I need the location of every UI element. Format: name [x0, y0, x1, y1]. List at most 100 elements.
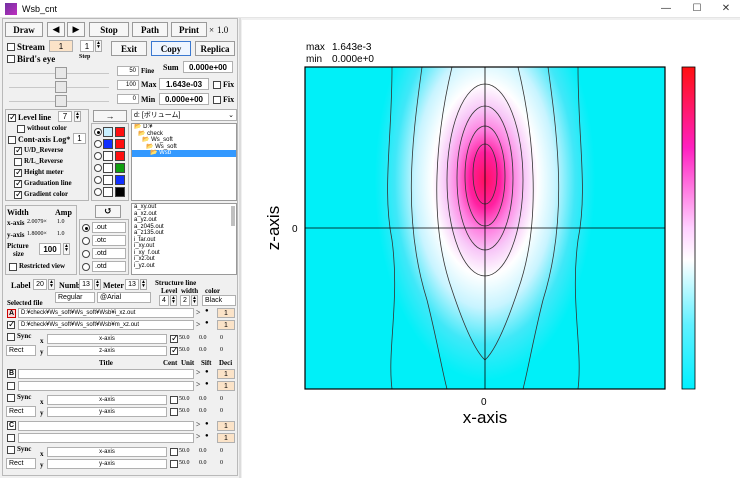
b2-num[interactable]: 1: [217, 381, 235, 391]
replica-button[interactable]: Replica: [195, 41, 235, 56]
maximize-button[interactable]: ☐: [683, 1, 711, 16]
sync-a-x-unit[interactable]: 50.0: [179, 335, 190, 341]
structure-width-spinner[interactable]: ▲ ▼: [191, 295, 198, 306]
minimize-button[interactable]: —: [652, 1, 680, 16]
selected-file-b2[interactable]: [18, 381, 194, 391]
max-fix-checkbox[interactable]: [213, 81, 221, 89]
file2-num[interactable]: 1: [217, 320, 235, 330]
color-swatch-1a[interactable]: [103, 127, 113, 137]
sync-b-y-cent[interactable]: [170, 408, 178, 416]
sync-b-yaxis-title[interactable]: y-axis: [47, 407, 167, 417]
min-fix-checkbox[interactable]: [213, 96, 221, 104]
color-radio-6[interactable]: [94, 188, 102, 196]
refresh-button[interactable]: ↺: [95, 205, 121, 218]
sync-c-y-cent[interactable]: [170, 460, 178, 468]
selected-file-2[interactable]: D:¥check¥Ws_soft¥Ws_soft¥Wsb¥m_xz.out: [18, 320, 194, 330]
file1-gt-button[interactable]: >: [196, 308, 201, 317]
b1-gt-button[interactable]: >: [196, 368, 201, 377]
step-input[interactable]: 1: [80, 40, 94, 52]
level-input[interactable]: 7: [58, 111, 72, 122]
file1-dot[interactable]: ●: [205, 308, 209, 314]
color-swatch-1b[interactable]: [115, 127, 125, 137]
sync-a-y-sift[interactable]: 0.0: [199, 347, 207, 353]
color-radio-2[interactable]: [94, 140, 102, 148]
color-swatch-3a[interactable]: [103, 151, 113, 161]
height-meter-checkbox[interactable]: [14, 167, 23, 178]
birdseye-checkbox[interactable]: [7, 55, 15, 63]
color-swatch-6b[interactable]: [115, 187, 125, 197]
stream-input[interactable]: 1: [49, 40, 73, 52]
numb-input[interactable]: 13: [79, 279, 93, 290]
color-radio-1[interactable]: [94, 128, 102, 136]
b2-gt-button[interactable]: >: [196, 380, 201, 389]
folder-item-selected[interactable]: 📂 Wsb: [132, 150, 236, 157]
meter-spinner[interactable]: ▲ ▼: [140, 279, 147, 290]
color-swatch-2b[interactable]: [115, 139, 125, 149]
b2-checkbox[interactable]: [7, 382, 15, 390]
folder-list[interactable]: 📂 D:¥ 📂 check 📂 Ws_soft 📂 Ws_soft 📂 Wsb: [131, 123, 237, 201]
sync-a-zaxis-title[interactable]: z-axis: [47, 346, 167, 356]
sync-b-x-deci[interactable]: 0: [220, 396, 223, 402]
max-value[interactable]: 1.643e-03: [159, 78, 209, 90]
sync-b-x-sift[interactable]: 0.0: [199, 396, 207, 402]
c1-gt-button[interactable]: >: [196, 420, 201, 429]
step-spinner[interactable]: ▲ ▼: [95, 40, 102, 52]
copy-button[interactable]: Copy: [151, 41, 191, 56]
section-c-badge[interactable]: C: [7, 421, 16, 430]
path-button[interactable]: Path: [132, 22, 168, 37]
xaxis-amp-value[interactable]: 1.0: [57, 219, 65, 225]
c2-gt-button[interactable]: >: [196, 432, 201, 441]
color-radio-3[interactable]: [94, 152, 102, 160]
color-radio-4[interactable]: [94, 164, 102, 172]
file2-gt-button[interactable]: >: [196, 320, 201, 329]
ud-reverse-checkbox[interactable]: [14, 145, 23, 156]
sync-b-x-cent[interactable]: [170, 396, 178, 404]
sync-b-y-sift[interactable]: 0.0: [199, 408, 207, 414]
drive-select[interactable]: d: [ボリューム] ⌄: [131, 109, 237, 121]
color-swatch-4a[interactable]: [103, 163, 113, 173]
sync-a-x-deci[interactable]: 0: [220, 335, 223, 341]
structure-width-input[interactable]: 2: [180, 295, 190, 306]
file-list[interactable]: a_xy.out a_xz.out a_yz.out a_z045.out a_…: [131, 203, 237, 275]
stop-button[interactable]: Stop: [89, 22, 129, 37]
sync-c-rect-select[interactable]: Rect: [6, 458, 36, 469]
sync-a-y-unit[interactable]: 50.0: [179, 347, 190, 353]
min-slider-thumb[interactable]: [55, 95, 67, 107]
cont-axis-input[interactable]: 1: [73, 133, 86, 144]
ext-radio-out[interactable]: [82, 224, 90, 232]
selected-file-c2[interactable]: [18, 433, 194, 443]
ext-otc[interactable]: .otc: [92, 235, 126, 246]
min-left-value[interactable]: 0: [117, 94, 139, 104]
selected-file-b1[interactable]: [18, 369, 194, 379]
file-item[interactable]: i_yz.out: [132, 263, 236, 270]
color-swatch-3b[interactable]: [115, 151, 125, 161]
prev-button[interactable]: ◀: [47, 22, 65, 37]
picture-size-spinner[interactable]: ▲ ▼: [63, 243, 70, 255]
c1-num[interactable]: 1: [217, 421, 235, 431]
gradient-color-checkbox[interactable]: [14, 189, 23, 200]
level-line-checkbox[interactable]: [8, 112, 17, 123]
font-select[interactable]: @Arial: [97, 292, 151, 303]
selected-file-c1[interactable]: [18, 421, 194, 431]
ext-out[interactable]: .out: [92, 222, 126, 233]
numb-spinner[interactable]: ▲ ▼: [94, 279, 101, 290]
sync-c-x-sift[interactable]: 0.0: [199, 448, 207, 454]
level-spinner[interactable]: ▲ ▼: [74, 111, 81, 122]
section-b-badge[interactable]: B: [7, 369, 16, 378]
sync-c-y-deci[interactable]: 0: [220, 460, 223, 466]
picture-size-input[interactable]: 100: [39, 243, 61, 255]
color-swatch-2a[interactable]: [103, 139, 113, 149]
splitter[interactable]: [239, 18, 241, 478]
sync-a-xaxis-title[interactable]: x-axis: [47, 334, 167, 344]
c2-num[interactable]: 1: [217, 433, 235, 443]
label-spinner[interactable]: ▲ ▼: [48, 279, 55, 290]
c2-checkbox[interactable]: [7, 434, 15, 442]
structure-level-spinner[interactable]: ▲ ▼: [170, 295, 177, 306]
sync-b-x-unit[interactable]: 50.0: [179, 396, 190, 402]
b1-num[interactable]: 1: [217, 369, 235, 379]
b2-dot[interactable]: ●: [205, 381, 209, 387]
max-left-value[interactable]: 100: [117, 80, 139, 90]
file-list-scrollbar[interactable]: [231, 206, 235, 226]
font-style-select[interactable]: Regular: [55, 292, 95, 303]
stream-checkbox[interactable]: [7, 43, 15, 51]
